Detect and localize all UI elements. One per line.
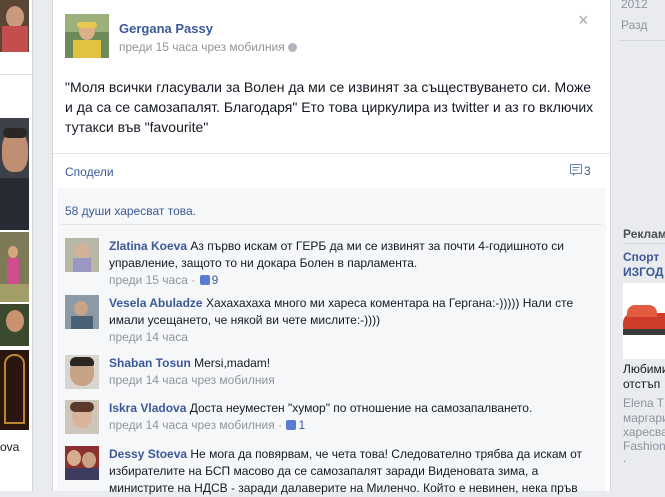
comment-text: Mersi,madam! (194, 356, 271, 370)
right-divider (619, 40, 665, 41)
ad-image[interactable] (623, 283, 665, 359)
comment-likes[interactable]: 1 (298, 418, 305, 432)
comment-likes[interactable]: 9 (212, 273, 219, 287)
commenter-name[interactable]: Dessy Stoeva (109, 447, 187, 461)
comment-meta: преди 14 часа чрез мобилния (109, 372, 599, 389)
ad-title-line-2[interactable]: ИЗГОД (623, 265, 664, 279)
left-photo-3[interactable] (0, 232, 29, 302)
comment-icon (570, 164, 582, 176)
feed-post: Gergana Passy преди 15 часа чрез мобилни… (52, 0, 611, 495)
close-icon[interactable]: × (578, 10, 589, 31)
comment-meta: преди 14 часа чрез мобилния · 1 (109, 418, 306, 432)
commenter-name[interactable]: Vesela Abuladze (109, 296, 203, 310)
section-tab[interactable]: Разд (621, 18, 647, 32)
ads-divider (623, 243, 665, 244)
post-divider (53, 153, 610, 154)
likes-summary[interactable]: 58 души харесват това. (65, 204, 196, 218)
commenter-avatar[interactable] (65, 446, 99, 480)
ad-social-text-3: Fashion (623, 439, 665, 453)
comment-time[interactable]: преди 14 часа (109, 330, 188, 344)
globe-icon (287, 43, 297, 52)
comment-time[interactable]: преди 14 часа (109, 418, 188, 432)
ad-social-name[interactable]: Elena T (623, 396, 664, 410)
comment-time[interactable]: преди 15 часа (109, 273, 188, 287)
left-photo-5[interactable] (0, 350, 29, 430)
comment-body: Vesela Abuladze Хахахахаха много ми харе… (109, 295, 599, 346)
comment-time[interactable]: преди 14 часа (109, 373, 188, 387)
comment-body: Dessy Stoeva Не мога да повярвам, че чет… (109, 446, 599, 497)
comment-count: 3 (584, 164, 591, 178)
ad-text: Любими (623, 362, 665, 376)
post-meta: преди 15 часа чрез мобилния (119, 40, 297, 54)
post-text: "Моля всички гласували за Волен да ми се… (65, 79, 594, 135)
comment-body: Zlatina Koeva Аз първо искам от ГЕРБ да … (109, 238, 599, 289)
left-divider (0, 74, 32, 75)
like-icon (286, 420, 297, 430)
comment-via: чрез мобилния (191, 418, 275, 432)
comments-section: 58 души харесват това. Zlatina Koeva Аз … (57, 188, 606, 495)
year-link[interactable]: 2012 (621, 0, 648, 11)
comment-body: Shaban Tosun Mersi,madam! преди 14 часа … (109, 355, 599, 389)
left-truncated-label[interactable]: ova (0, 440, 19, 454)
commenter-avatar[interactable] (65, 355, 99, 389)
left-column: ova (0, 0, 33, 491)
right-column: 2012 Разд Реклам Спорт ИЗГОД Любими отст… (610, 0, 665, 491)
author-name[interactable]: Gergana Passy (119, 21, 213, 36)
commenter-avatar[interactable] (65, 238, 99, 272)
left-photo-2[interactable] (0, 118, 29, 230)
ad-text-line-2: отстъп (623, 377, 661, 391)
like-icon (199, 275, 210, 285)
commenter-name[interactable]: Shaban Tosun (109, 356, 191, 370)
left-photo-1[interactable] (0, 0, 29, 52)
comment-meta: преди 15 часа · 9 (109, 273, 219, 287)
commenter-name[interactable]: Zlatina Koeva (109, 239, 187, 253)
likes-separator (61, 224, 602, 225)
share-link[interactable]: Сподели (65, 165, 114, 179)
ads-header: Реклам (623, 227, 665, 241)
comment-text: Доста неуместен "хумор" по отношение на … (189, 401, 533, 415)
comment-body: Iskra Vladova Доста неуместен "хумор" по… (109, 400, 599, 434)
commenter-name[interactable]: Iskra Vladova (109, 401, 186, 415)
comment-meta: преди 14 часа (109, 329, 599, 346)
ad-social-text-2: харесва (623, 425, 665, 439)
ad-social-dot: . (623, 451, 627, 465)
author-avatar[interactable] (65, 14, 109, 58)
commenter-avatar[interactable] (65, 400, 99, 434)
comment-via: чрез мобилния (191, 373, 275, 387)
post-timestamp[interactable]: преди 15 часа чрез мобилния (119, 40, 285, 54)
left-photo-4[interactable] (0, 304, 29, 346)
ad-social-text: маргари (623, 411, 665, 425)
ad-title[interactable]: Спорт (623, 250, 659, 264)
comment-count-button[interactable]: 3 (570, 164, 591, 178)
commenter-avatar[interactable] (65, 295, 99, 329)
